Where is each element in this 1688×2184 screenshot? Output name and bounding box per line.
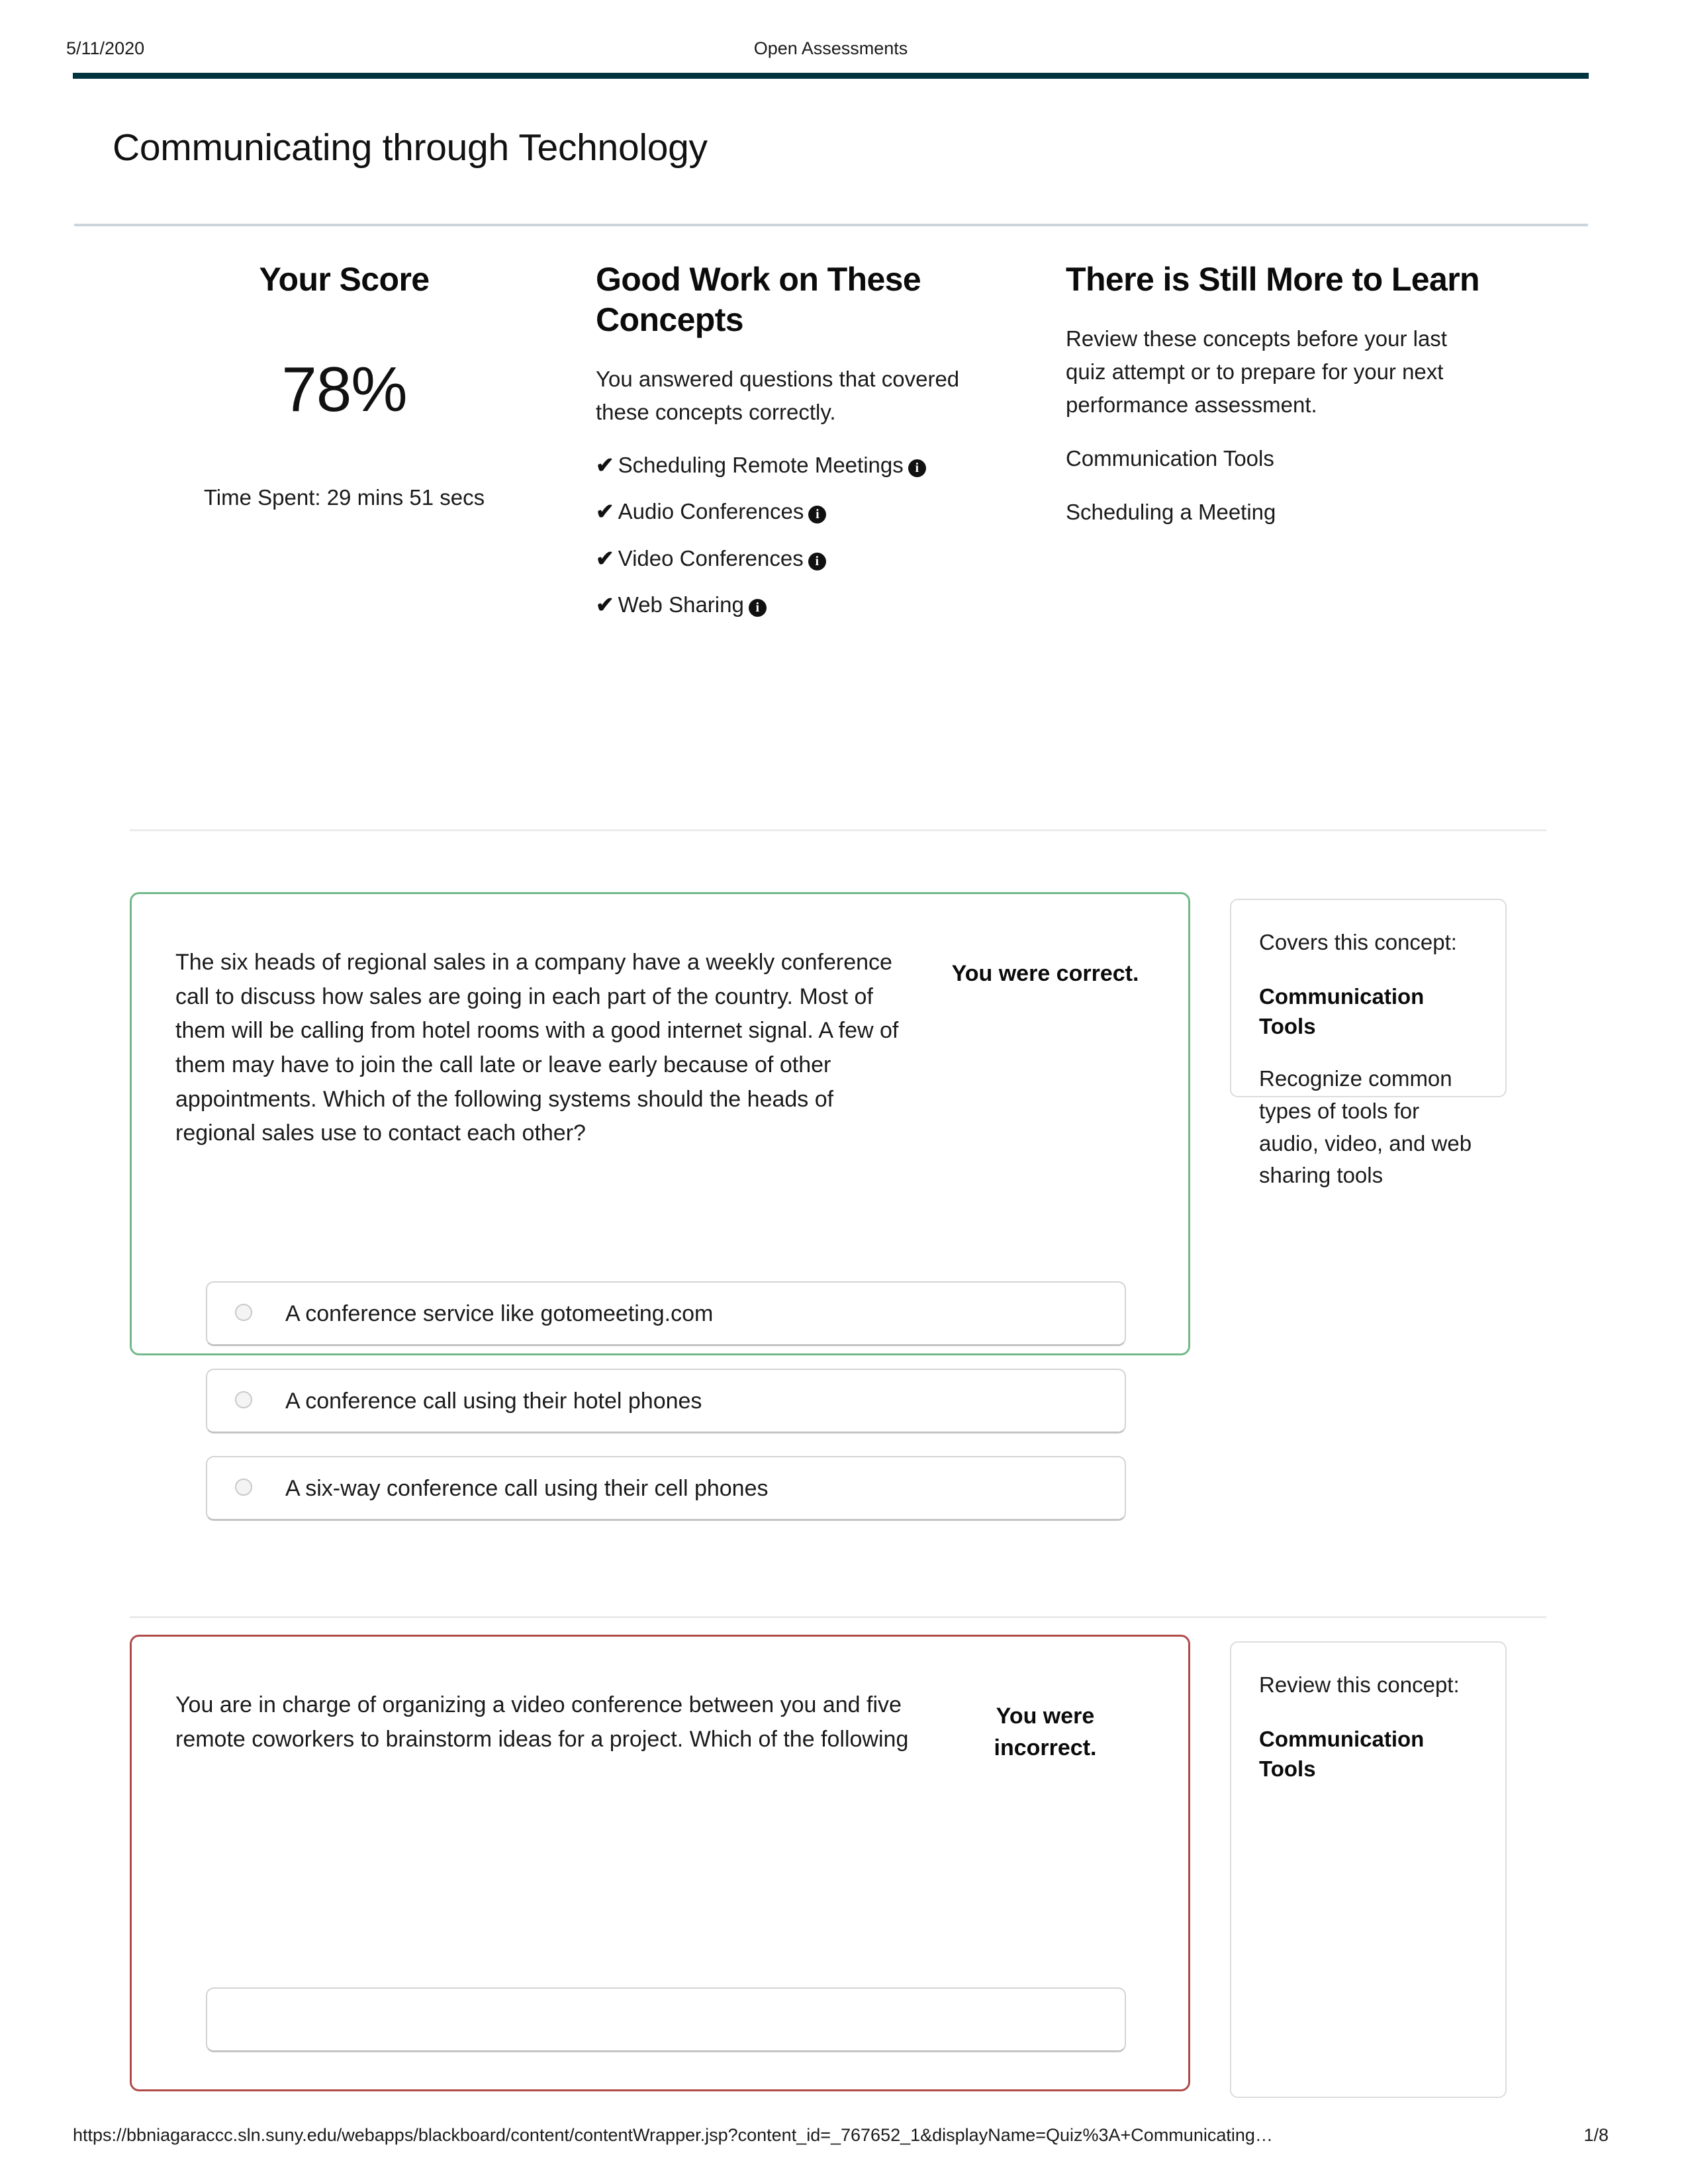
concept-card-lead: Covers this concept: (1259, 930, 1457, 954)
mastered-concept-item: ✔ Web Sharing i (596, 588, 1000, 621)
review-concept-item: Scheduling a Meeting (1066, 499, 1276, 524)
info-icon[interactable]: i (908, 459, 926, 478)
verdict-label: You were correct. (951, 961, 1139, 986)
answer-option[interactable]: A conference service like gotomeeting.co… (206, 1281, 1126, 1346)
mastered-concept-item: ✔ Video Conferences i (596, 542, 1000, 575)
mastered-concept-list: ✔ Scheduling Remote Meetings i ✔ Audio Conf… (596, 449, 1000, 621)
summary-divider (130, 829, 1546, 831)
good-work-heading: Good Work on These Concepts (596, 261, 921, 338)
question-divider (130, 1616, 1546, 1618)
print-header: 5/11/2020 Open Assessments (66, 38, 1595, 68)
mastered-concept-label: Video Conferences (618, 545, 804, 570)
radio-button-icon[interactable] (235, 1303, 252, 1321)
print-footer-page-number: 1/8 (1583, 2125, 1609, 2145)
info-icon[interactable]: i (748, 598, 767, 617)
score-column: Your Score 78% Time Spent: 29 mins 51 se… (126, 259, 563, 510)
mastered-concept-item: ✔ Audio Conferences i (596, 495, 1000, 528)
answer-option-label: A conference call using their hotel phon… (285, 1388, 702, 1414)
check-icon: ✔ (596, 453, 614, 478)
radio-button-icon[interactable] (235, 1390, 252, 1408)
more-to-learn-heading: There is Still More to Learn (1066, 261, 1480, 298)
good-work-column: Good Work on These Concepts You answered… (596, 259, 1000, 635)
mastered-concept-label: Audio Conferences (618, 499, 804, 524)
verdict-label: You were incorrect. (994, 1704, 1097, 1761)
concept-card-lead: Review this concept: (1259, 1672, 1460, 1697)
answer-option-label: A conference service like gotomeeting.co… (285, 1300, 714, 1326)
mastered-concept-label: Web Sharing (618, 592, 744, 617)
time-spent: Time Spent: 29 mins 51 secs (203, 485, 485, 510)
print-footer: https://bbniagaraccc.sln.suny.edu/webapp… (73, 2125, 1609, 2152)
review-concept-item: Communication Tools (1066, 446, 1274, 471)
answer-options (206, 1987, 1126, 2075)
score-heading: Your Score (259, 261, 430, 298)
question-text: The six heads of regional sales in a com… (175, 950, 899, 1146)
answer-option[interactable]: A conference call using their hotel phon… (206, 1369, 1126, 1433)
concept-card-description: Recognize common types of tools for audi… (1259, 1066, 1472, 1188)
answer-option[interactable] (206, 1987, 1126, 2052)
good-work-blurb: You answered questions that covered thes… (596, 367, 960, 425)
info-icon[interactable]: i (808, 552, 826, 570)
check-icon: ✔ (596, 545, 614, 570)
more-to-learn-column: There is Still More to Learn Review thes… (1066, 259, 1489, 528)
concept-card-title: Communication Tools (1259, 983, 1425, 1039)
question-card-correct: The six heads of regional sales in a com… (130, 892, 1190, 1521)
answer-option-label: A six-way conference call using their ce… (285, 1475, 769, 1501)
check-icon: ✔ (596, 592, 614, 617)
score-value: 78% (281, 354, 407, 425)
question-card-incorrect: You are in charge of organizing a video … (130, 1635, 1190, 2091)
title-divider (74, 224, 1588, 226)
header-divider (73, 73, 1589, 79)
info-icon[interactable]: i (808, 506, 827, 524)
answer-options: A conference service like gotomeeting.co… (206, 1281, 1126, 1543)
question-text: You are in charge of organizing a video … (175, 1692, 909, 1752)
answer-option[interactable]: A six-way conference call using their ce… (206, 1456, 1126, 1521)
mastered-concept-item: ✔ Scheduling Remote Meetings i (596, 449, 1000, 482)
more-to-learn-blurb: Review these concepts before your last q… (1066, 326, 1447, 418)
concept-card: Review this concept: Communication Tools (1230, 1641, 1507, 2098)
concept-card-title: Communication Tools (1259, 1726, 1425, 1782)
mastered-concept-label: Scheduling Remote Meetings (618, 453, 904, 478)
check-icon: ✔ (596, 499, 614, 524)
concept-card: Covers this concept: Communication Tools… (1230, 899, 1507, 1187)
summary-section: Your Score 78% Time Spent: 29 mins 51 se… (0, 259, 1688, 815)
print-header-title: Open Assessments (753, 38, 908, 58)
print-footer-url: https://bbniagaraccc.sln.suny.edu/webapp… (73, 2125, 1273, 2145)
radio-button-icon[interactable] (235, 1478, 252, 1496)
page-title: Communicating through Technology (113, 126, 708, 169)
